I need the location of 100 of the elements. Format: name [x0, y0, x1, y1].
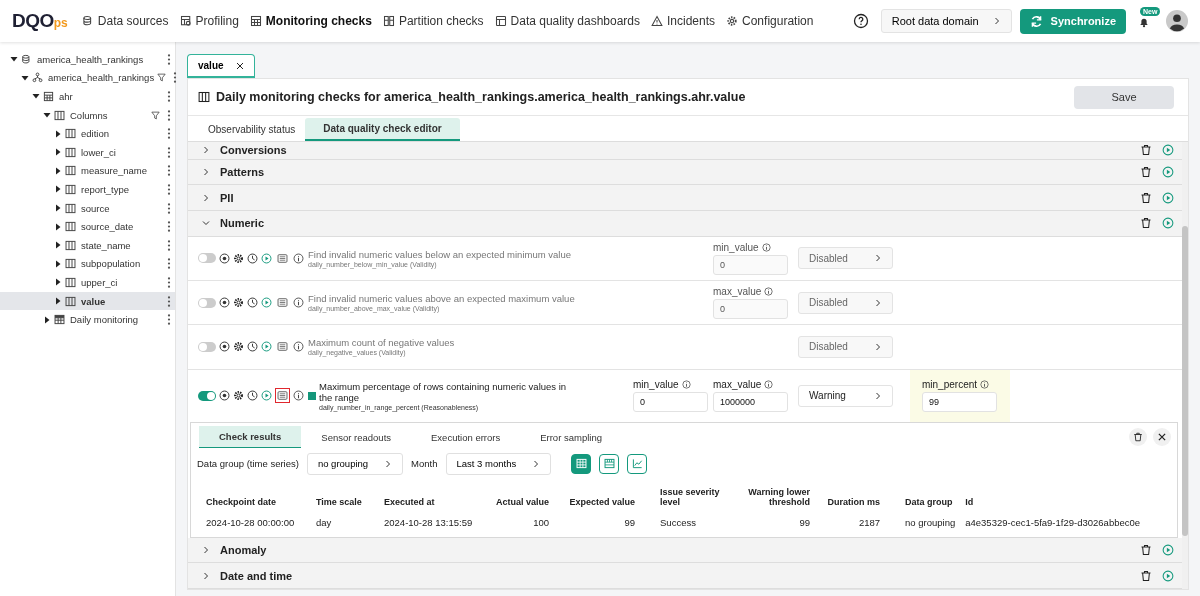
tree-item[interactable]: lower_ci [79, 146, 164, 158]
toggle-switch[interactable] [198, 390, 216, 401]
section-header[interactable]: Conversions [188, 142, 1182, 160]
chevron-down-icon[interactable] [202, 219, 210, 228]
tab[interactable]: Data quality check editor [305, 118, 460, 141]
caret-right-icon[interactable] [54, 166, 62, 175]
caret-down-icon[interactable] [32, 92, 40, 101]
run-icon[interactable] [1162, 569, 1174, 582]
filter-icon[interactable] [157, 73, 167, 83]
toggle-switch[interactable] [198, 253, 216, 264]
nav-link[interactable]: Configuration [726, 14, 814, 28]
more-vertical-icon[interactable] [167, 258, 171, 270]
parameter-field[interactable]: 0 [713, 254, 788, 275]
more-vertical-icon[interactable] [167, 295, 171, 307]
run-icon[interactable] [1162, 217, 1174, 230]
avatar-icon[interactable] [1166, 10, 1188, 32]
run-icon[interactable] [1162, 144, 1174, 157]
results-button[interactable] [275, 388, 290, 404]
synchronize-button[interactable]: Synchronize [1019, 8, 1126, 34]
info-icon[interactable] [761, 242, 771, 252]
severity-select[interactable]: Disabled [798, 247, 893, 270]
nav-link[interactable]: Incidents [651, 14, 716, 28]
more-vertical-icon[interactable] [167, 165, 171, 177]
delete-icon[interactable] [1140, 569, 1152, 582]
chevron-right-icon[interactable] [202, 571, 210, 580]
nav-link[interactable]: Data quality dashboards [494, 14, 640, 28]
toggle-switch[interactable] [198, 341, 216, 352]
run-icon[interactable] [1162, 166, 1174, 179]
info-icon[interactable] [980, 380, 990, 390]
more-vertical-icon[interactable] [167, 128, 171, 140]
save-button[interactable]: Save [1074, 85, 1174, 109]
view-toggle[interactable] [627, 453, 648, 474]
caret-right-icon[interactable] [54, 185, 62, 194]
tab[interactable]: Observability status [198, 118, 306, 141]
tree-item[interactable]: edition [79, 128, 164, 140]
editor-tab[interactable]: value [187, 54, 255, 78]
caret-right-icon[interactable] [43, 315, 51, 324]
chevron-right-icon[interactable] [202, 193, 210, 202]
tree-item[interactable]: report_type [79, 183, 164, 195]
caret-down-icon[interactable] [21, 73, 29, 82]
tab[interactable]: Error sampling [520, 426, 622, 449]
more-vertical-icon[interactable] [167, 239, 171, 251]
section-header[interactable]: Numeric [188, 210, 1182, 237]
caret-right-icon[interactable] [54, 148, 62, 157]
tree-item[interactable]: america_health_rankings [35, 53, 164, 65]
delete-icon[interactable] [1140, 166, 1152, 179]
run-icon[interactable] [1162, 544, 1174, 557]
stop-icon[interactable] [219, 341, 230, 353]
nav-link[interactable]: Partition checks [382, 14, 484, 28]
tree-item[interactable]: measure_name [79, 165, 164, 177]
tab[interactable]: Sensor readouts [301, 426, 412, 449]
more-vertical-icon[interactable] [173, 72, 178, 84]
severity-select[interactable]: Disabled [798, 291, 893, 314]
tab[interactable]: Check results [199, 426, 302, 449]
delete-button[interactable] [1129, 428, 1147, 447]
caret-right-icon[interactable] [54, 241, 62, 250]
more-vertical-icon[interactable] [167, 91, 171, 102]
settings-icon[interactable] [233, 390, 244, 402]
view-toggle[interactable] [571, 453, 592, 474]
tree-item[interactable]: america_health_rankings [46, 72, 155, 84]
help-icon[interactable] [852, 13, 869, 29]
clock-icon[interactable] [247, 341, 258, 353]
more-vertical-icon[interactable] [167, 276, 171, 288]
settings-icon[interactable] [233, 297, 244, 309]
clock-icon[interactable] [247, 390, 258, 402]
tree-item[interactable]: Columns [68, 109, 148, 121]
stop-icon[interactable] [219, 390, 230, 402]
delete-icon[interactable] [1140, 191, 1152, 204]
caret-right-icon[interactable] [54, 204, 62, 213]
info-icon[interactable] [764, 380, 774, 390]
domain-button[interactable]: Root data domain [880, 9, 1012, 33]
caret-right-icon[interactable] [54, 129, 62, 138]
filter-icon[interactable] [151, 110, 160, 120]
section-header[interactable]: Anomaly [188, 537, 1182, 564]
more-vertical-icon[interactable] [167, 146, 171, 158]
section-header[interactable]: Patterns [188, 159, 1182, 186]
delete-icon[interactable] [1140, 217, 1152, 230]
more-vertical-icon[interactable] [167, 221, 171, 233]
caret-right-icon[interactable] [54, 278, 62, 287]
clock-icon[interactable] [247, 252, 258, 264]
delete-icon[interactable] [1140, 544, 1152, 557]
settings-icon[interactable] [233, 252, 244, 264]
more-vertical-icon[interactable] [167, 109, 171, 121]
chevron-right-icon[interactable] [202, 546, 210, 555]
tree-item[interactable]: ahr [57, 91, 164, 102]
parameter-field[interactable]: 0 [713, 299, 788, 320]
info-icon[interactable] [293, 252, 304, 264]
close-button[interactable] [1153, 428, 1171, 447]
info-icon[interactable] [764, 287, 774, 297]
info-icon[interactable] [293, 390, 304, 402]
caret-down-icon[interactable] [10, 55, 18, 64]
nav-link[interactable]: Data sources [81, 14, 169, 28]
close-icon[interactable] [235, 61, 244, 70]
stop-icon[interactable] [219, 252, 230, 264]
section-header[interactable]: PII [188, 185, 1182, 211]
nav-link[interactable]: Monitoring checks [249, 14, 372, 28]
settings-icon[interactable] [233, 341, 244, 353]
data-group-select[interactable]: no grouping [306, 452, 404, 475]
tree-item[interactable]: source [79, 202, 164, 214]
delete-icon[interactable] [1140, 144, 1152, 157]
